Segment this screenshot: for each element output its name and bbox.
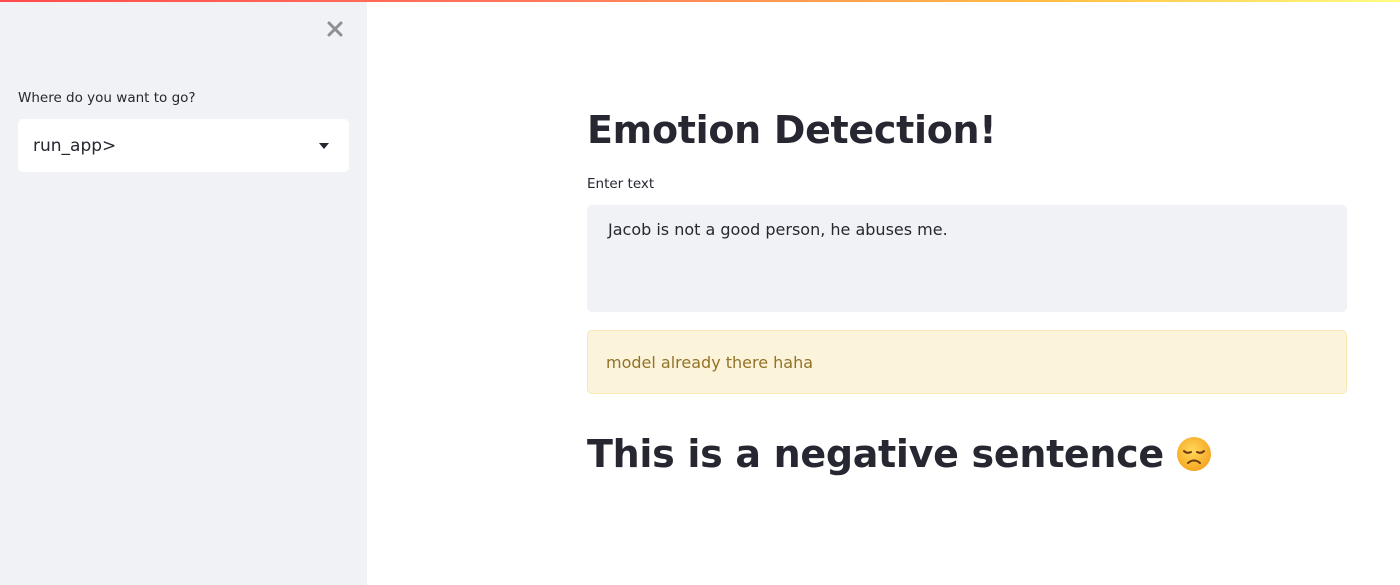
- status-alert: model already there haha: [587, 330, 1347, 394]
- text-input-area[interactable]: Jacob is not a good person, he abuses me…: [587, 205, 1347, 312]
- page-select-value: run_app>: [33, 135, 117, 156]
- main-content: Emotion Detection! Enter text Jacob is n…: [367, 0, 1400, 585]
- close-icon: [327, 21, 343, 37]
- result-heading: This is a negative sentence: [587, 432, 1212, 476]
- nav-select-label: Where do you want to go?: [18, 90, 196, 106]
- top-decoration-bar: [0, 0, 1400, 2]
- status-alert-text: model already there haha: [606, 352, 814, 372]
- caret-down-icon: [314, 136, 334, 156]
- text-input-label: Enter text: [587, 176, 655, 192]
- disappointed-face-icon: [1176, 437, 1211, 471]
- result-text: This is a negative sentence: [587, 432, 1164, 476]
- page-title: Emotion Detection!: [587, 108, 997, 152]
- page-select[interactable]: run_app>: [18, 119, 349, 172]
- sidebar-close-button[interactable]: [322, 16, 348, 42]
- sidebar: Where do you want to go? run_app>: [0, 0, 367, 585]
